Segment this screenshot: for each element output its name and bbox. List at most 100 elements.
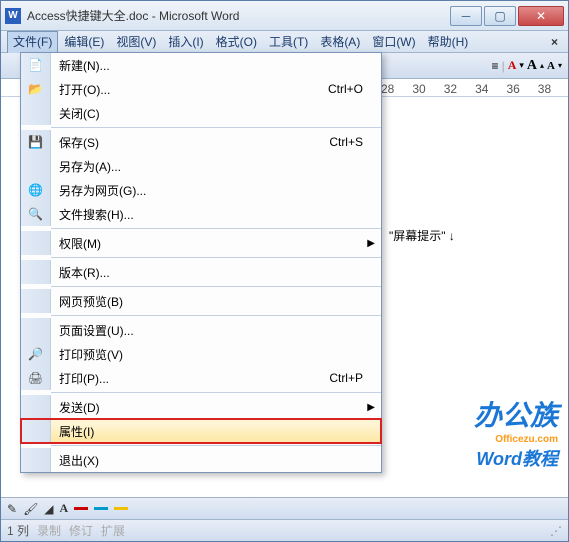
ruler-tick: 34 <box>475 82 488 96</box>
menu-item-label: 页面设置(U)... <box>51 322 381 339</box>
pencil-icon[interactable]: ✎ <box>7 502 17 516</box>
status-record: 录制 <box>37 522 61 539</box>
color-swatch[interactable] <box>74 507 88 510</box>
menu-item-label: 版本(R)... <box>51 264 381 281</box>
menu-item-label: 属性(I) <box>51 423 381 440</box>
watermark: 办公族 Officezu.com Word教程 <box>474 394 558 471</box>
menu-item[interactable]: 打开(O)...Ctrl+O <box>21 77 381 101</box>
menu-separator <box>51 445 381 446</box>
watermark-line1: 办公族 <box>474 394 558 434</box>
menu-separator <box>51 315 381 316</box>
menu-item[interactable]: 网页预览(B) <box>21 289 381 313</box>
menu-item[interactable]: 另存为(A)... <box>21 154 381 178</box>
brush-icon[interactable]: 🖌 <box>23 502 38 516</box>
color-swatch[interactable] <box>114 507 128 510</box>
menu-item-label: 新建(N)... <box>51 57 381 74</box>
word-app-icon: W <box>5 8 21 24</box>
doc-close-button[interactable]: × <box>547 35 562 49</box>
menu-icon-placeholder <box>21 419 51 443</box>
submenu-arrow-icon: ▶ <box>367 402 375 413</box>
menu-item-label: 网页预览(B) <box>51 293 381 310</box>
title-bar: W Access快捷键大全.doc - Microsoft Word ─ ▢ ✕ <box>1 1 568 31</box>
menu-item[interactable]: 版本(R)... <box>21 260 381 284</box>
status-bar: 1 列 录制 修订 扩展 ⋰ <box>1 519 568 541</box>
menu-item-label: 另存为网页(G)... <box>51 182 381 199</box>
ruler-tick: 38 <box>538 82 551 96</box>
color-swatch[interactable] <box>94 507 108 510</box>
window-controls: ─ ▢ ✕ <box>450 6 564 26</box>
preview-icon <box>21 342 51 366</box>
menu-item-label: 保存(S) <box>51 134 329 151</box>
grow-font-button[interactable]: A <box>527 58 537 74</box>
menu-icon-placeholder <box>21 231 51 255</box>
menu-icon-placeholder <box>21 289 51 313</box>
menu-item[interactable]: 打印预览(V) <box>21 342 381 366</box>
file-dropdown-menu: 新建(N)... 打开(O)...Ctrl+O 关闭(C) 保存(S)Ctrl+S 另存… <box>20 52 382 473</box>
menu-item-shortcut: Ctrl+P <box>329 371 381 385</box>
menu-item[interactable]: 属性(I) <box>21 419 381 443</box>
document-text: "屏幕提示" ↓ <box>389 229 455 243</box>
menu-separator <box>51 286 381 287</box>
subscript-icon: ▾ <box>558 61 562 70</box>
menu-icon-placeholder <box>21 260 51 284</box>
minimize-button[interactable]: ─ <box>450 6 482 26</box>
dropdown-icon[interactable]: ▾ <box>519 60 524 71</box>
menu-item-label: 关闭(C) <box>51 105 381 122</box>
menu-icon-placeholder <box>21 448 51 472</box>
menu-item-label: 打印(P)... <box>51 370 329 387</box>
new-icon <box>21 53 51 77</box>
menu-item[interactable]: 文件搜索(H)... <box>21 202 381 226</box>
menu-item-label: 发送(D) <box>51 399 381 416</box>
menu-edit[interactable]: 编辑(E) <box>58 31 110 52</box>
ruler-tick: 32 <box>444 82 457 96</box>
text-color-icon[interactable]: A <box>60 501 69 516</box>
menu-item[interactable]: 关闭(C) <box>21 101 381 125</box>
resize-grip-icon[interactable]: ⋰ <box>550 524 562 538</box>
menu-item[interactable]: 发送(D)▶ <box>21 395 381 419</box>
ruler-tick: 28 <box>381 82 394 96</box>
superscript-icon: ▴ <box>540 61 544 70</box>
menu-insert[interactable]: 插入(I) <box>162 31 209 52</box>
open-icon <box>21 77 51 101</box>
window-title: Access快捷键大全.doc - Microsoft Word <box>27 7 450 24</box>
menu-item[interactable]: 打印(P)...Ctrl+P <box>21 366 381 390</box>
menu-format[interactable]: 格式(O) <box>210 31 263 52</box>
search-icon <box>21 202 51 226</box>
paragraph-icon[interactable]: ≡ <box>492 59 499 73</box>
menu-item[interactable]: 权限(M)▶ <box>21 231 381 255</box>
close-button[interactable]: ✕ <box>518 6 564 26</box>
menu-item-shortcut: Ctrl+S <box>329 135 381 149</box>
menu-item[interactable]: 另存为网页(G)... <box>21 178 381 202</box>
watermark-line2: Officezu.com <box>474 434 558 445</box>
submenu-arrow-icon: ▶ <box>367 238 375 249</box>
ruler-tick: 36 <box>506 82 519 96</box>
menu-item-label: 打开(O)... <box>51 81 328 98</box>
savew-icon <box>21 178 51 202</box>
menu-item[interactable]: 退出(X) <box>21 448 381 472</box>
watermark-line3: Word教程 <box>474 445 558 471</box>
menu-item[interactable]: 页面设置(U)... <box>21 318 381 342</box>
font-color-button[interactable]: A <box>508 58 517 73</box>
menu-item-shortcut: Ctrl+O <box>328 82 381 96</box>
drawing-toolbar: ✎ 🖌 ◢ A <box>1 497 568 519</box>
menu-window[interactable]: 窗口(W) <box>366 31 421 52</box>
shrink-font-button[interactable]: A <box>547 60 555 72</box>
menu-separator <box>51 228 381 229</box>
menu-table[interactable]: 表格(A) <box>314 31 366 52</box>
print-icon <box>21 366 51 390</box>
menu-help[interactable]: 帮助(H) <box>422 31 475 52</box>
menu-icon-placeholder <box>21 395 51 419</box>
menu-icon-placeholder <box>21 101 51 125</box>
menu-view[interactable]: 视图(V) <box>110 31 162 52</box>
menu-item[interactable]: 新建(N)... <box>21 53 381 77</box>
menu-item-label: 打印预览(V) <box>51 346 381 363</box>
menu-item[interactable]: 保存(S)Ctrl+S <box>21 130 381 154</box>
menu-file[interactable]: 文件(F) <box>7 31 58 53</box>
menu-item-label: 另存为(A)... <box>51 158 381 175</box>
save-icon <box>21 130 51 154</box>
maximize-button[interactable]: ▢ <box>484 6 516 26</box>
menu-bar: 文件(F) 编辑(E) 视图(V) 插入(I) 格式(O) 工具(T) 表格(A… <box>1 31 568 53</box>
menu-tools[interactable]: 工具(T) <box>263 31 314 52</box>
menu-item-label: 文件搜索(H)... <box>51 206 381 223</box>
bucket-icon[interactable]: ◢ <box>44 502 53 516</box>
